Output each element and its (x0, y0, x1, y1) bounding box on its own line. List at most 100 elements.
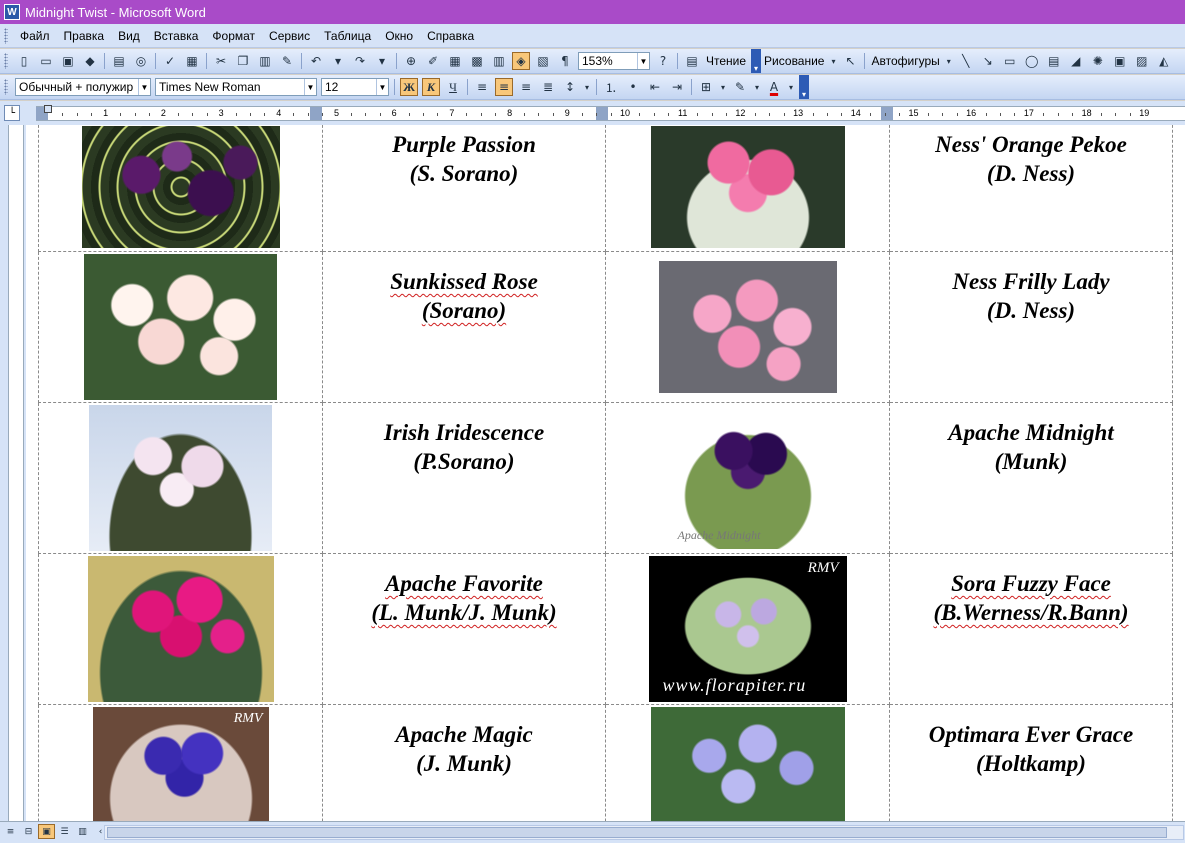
menu-help[interactable]: Справка (420, 27, 481, 45)
paste-icon[interactable]: ▥ (256, 52, 274, 70)
fill-color-icon[interactable]: ◭ (1155, 52, 1173, 70)
photo-cell[interactable] (605, 251, 890, 403)
insert-excel-icon[interactable]: ▩ (468, 52, 486, 70)
photo-cell[interactable] (38, 553, 323, 705)
chevron-down-icon[interactable]: ▾ (787, 78, 795, 96)
copy-icon[interactable]: ❐ (234, 52, 252, 70)
reading-view-icon[interactable]: ▥ (74, 824, 91, 839)
menu-edit[interactable]: Правка (57, 27, 112, 45)
photo-cell[interactable] (605, 704, 890, 821)
font-size-combo[interactable]: 12 ▼ (321, 78, 389, 96)
picture-icon[interactable]: ▨ (1133, 52, 1151, 70)
menu-view[interactable]: Вид (111, 27, 147, 45)
oval-icon[interactable]: ◯ (1023, 52, 1041, 70)
reading-button[interactable]: Чтение (706, 54, 746, 68)
ruler-column-marker[interactable] (596, 107, 608, 120)
help-icon[interactable]: ? (654, 52, 672, 70)
scrollbar-thumb[interactable] (107, 827, 1167, 838)
increase-indent-icon[interactable]: ⇥ (668, 78, 686, 96)
open-folder-icon[interactable]: ▭ (37, 52, 55, 70)
photo-cell[interactable]: RMV (38, 704, 323, 821)
undo-dropdown-icon[interactable]: ▾ (329, 52, 347, 70)
borders-icon[interactable]: ⊞ (697, 78, 715, 96)
horizontal-ruler[interactable]: 1 2 3 4 5 6 7 8 9 10 11 12 13 14 15 16 17 18 19 (36, 105, 1185, 121)
drawing-toggle-icon[interactable]: ◈ (512, 52, 530, 70)
toolbar-grip-icon[interactable] (4, 53, 8, 69)
align-center-icon[interactable]: ≡ (495, 78, 513, 96)
variety-name-cell[interactable]: Apache Midnight (Munk) (889, 402, 1173, 554)
chevron-down-icon[interactable]: ▼ (138, 79, 150, 95)
research-icon[interactable]: ▦ (183, 52, 201, 70)
document-map-icon[interactable]: ▧ (534, 52, 552, 70)
line-icon[interactable]: ╲ (957, 52, 975, 70)
menu-insert[interactable]: Вставка (147, 27, 206, 45)
redo-icon[interactable]: ↷ (351, 52, 369, 70)
reading-icon[interactable]: ▤ (683, 52, 701, 70)
save-icon[interactable]: ▣ (59, 52, 77, 70)
vertical-ruler[interactable] (8, 125, 24, 821)
toolbar-options-icon[interactable]: ▾ (799, 75, 809, 99)
toolbar-grip-icon[interactable] (4, 79, 8, 95)
variety-name-cell[interactable]: Irish Iridescence (P.Sorano) (322, 402, 606, 554)
font-combo[interactable]: Times New Roman ▼ (155, 78, 317, 96)
italic-button[interactable]: К (422, 78, 440, 96)
ruler-column-marker[interactable] (881, 107, 893, 120)
wordart-icon[interactable]: ◢ (1067, 52, 1085, 70)
line-spacing-icon[interactable]: ↕ (561, 78, 579, 96)
chevron-down-icon[interactable]: ▾ (753, 78, 761, 96)
spelling-icon[interactable]: ✓ (161, 52, 179, 70)
decrease-indent-icon[interactable]: ⇤ (646, 78, 664, 96)
show-formatting-icon[interactable]: ¶ (556, 52, 574, 70)
numbering-icon[interactable]: ⒈ (602, 78, 620, 96)
variety-name-cell[interactable]: Sunkissed Rose (Sorano) (322, 251, 606, 403)
photo-cell[interactable]: Apache Midnight (605, 402, 890, 554)
bullets-icon[interactable]: • (624, 78, 642, 96)
columns-icon[interactable]: ▥ (490, 52, 508, 70)
chevron-down-icon[interactable]: ▼ (376, 79, 388, 95)
variety-name-cell[interactable]: Sora Fuzzy Face (B.Werness/R.Bann) (889, 553, 1173, 705)
diagram-icon[interactable]: ✺ (1089, 52, 1107, 70)
menu-grip-icon[interactable] (4, 27, 8, 44)
ruler-column-marker[interactable] (310, 107, 322, 120)
variety-name-cell[interactable]: Apache Magic (J. Munk) (322, 704, 606, 821)
menu-file[interactable]: Файл (13, 27, 57, 45)
variety-name-cell[interactable]: Purple Passion (S. Sorano) (322, 125, 606, 252)
print-icon[interactable]: ▤ (110, 52, 128, 70)
rectangle-icon[interactable]: ▭ (1001, 52, 1019, 70)
menu-format[interactable]: Формат (205, 27, 262, 45)
clipart-icon[interactable]: ▣ (1111, 52, 1129, 70)
style-combo[interactable]: Обычный + полужир ▼ (15, 78, 151, 96)
photo-cell[interactable]: RMV www.florapiter.ru (605, 553, 890, 705)
photo-cell[interactable] (38, 251, 323, 403)
select-objects-icon[interactable]: ↖ (841, 52, 859, 70)
horizontal-scrollbar[interactable] (104, 825, 1184, 840)
print-layout-icon[interactable]: ▣ (38, 824, 55, 839)
textbox-icon[interactable]: ▤ (1045, 52, 1063, 70)
tab-selector-icon[interactable]: └ (4, 105, 20, 121)
cut-icon[interactable]: ✂ (212, 52, 230, 70)
variety-name-cell[interactable]: Ness Frilly Lady (D. Ness) (889, 251, 1173, 403)
menu-tools[interactable]: Сервис (262, 27, 317, 45)
photo-cell[interactable] (38, 402, 323, 554)
new-document-icon[interactable]: ▯ (15, 52, 33, 70)
photo-cell[interactable] (38, 125, 323, 252)
chevron-down-icon[interactable]: ▾ (945, 52, 953, 70)
font-color-icon[interactable]: A (765, 78, 783, 96)
hyperlink-icon[interactable]: ⊕ (402, 52, 420, 70)
bold-button[interactable]: Ж (400, 78, 418, 96)
zoom-combo[interactable]: 153% ▼ (578, 52, 650, 70)
normal-view-icon[interactable]: ≡ (2, 824, 19, 839)
align-left-icon[interactable]: ≡ (473, 78, 491, 96)
web-view-icon[interactable]: ⊟ (20, 824, 37, 839)
drawing-menu-button[interactable]: Рисование (764, 54, 824, 68)
undo-icon[interactable]: ↶ (307, 52, 325, 70)
variety-name-cell[interactable]: Ness' Orange Pekoe (D. Ness) (889, 125, 1173, 252)
variety-name-cell[interactable]: Optimara Ever Grace (Holtkamp) (889, 704, 1173, 821)
permission-icon[interactable]: ◆ (81, 52, 99, 70)
chevron-down-icon[interactable]: ▾ (583, 78, 591, 96)
highlight-icon[interactable]: ✎ (731, 78, 749, 96)
redo-dropdown-icon[interactable]: ▾ (373, 52, 391, 70)
menu-window[interactable]: Окно (378, 27, 420, 45)
justify-icon[interactable]: ≣ (539, 78, 557, 96)
chevron-down-icon[interactable]: ▼ (304, 79, 316, 95)
